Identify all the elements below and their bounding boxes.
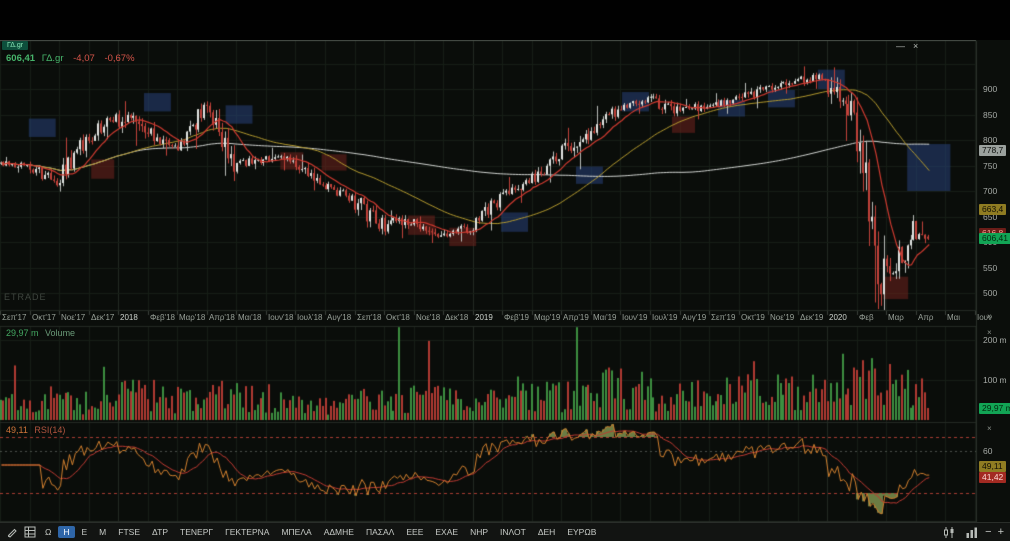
- toolbar-right-group: − +: [941, 525, 1004, 540]
- toolbar-button-ΙΝΛΟΤ[interactable]: ΙΝΛΟΤ: [495, 526, 531, 538]
- volume-panel-close-icon[interactable]: ×: [987, 329, 992, 337]
- toolbar-button-ΔΕΗ[interactable]: ΔΕΗ: [533, 526, 561, 538]
- toolbar-button-ΠΑΣΑΛ[interactable]: ΠΑΣΑΛ: [361, 526, 399, 538]
- toolbar-button-H[interactable]: H: [58, 526, 74, 538]
- bottom-toolbar: ΩHEMFTSEΔΤΡΤΕΝΕΡΓΓΕΚΤΕΡΝΑΜΠΕΛΑΑΔΜΗΕΠΑΣΑΛ…: [0, 522, 1010, 541]
- toolbar-button-ΓΕΚΤΕΡΝΑ[interactable]: ΓΕΚΤΕΡΝΑ: [220, 526, 274, 538]
- toolbar-button-E[interactable]: E: [77, 526, 93, 538]
- window-titlebar: [0, 0, 1010, 40]
- toolbar-button-ΕΥΡΩΒ[interactable]: ΕΥΡΩΒ: [562, 526, 601, 538]
- pencil-icon[interactable]: [4, 525, 20, 540]
- toolbar-buttons: ΩHEMFTSEΔΤΡΤΕΝΕΡΓΓΕΚΤΕΡΝΑΜΠΕΛΑΑΔΜΗΕΠΑΣΑΛ…: [40, 526, 601, 538]
- rsi-panel-close-icon[interactable]: ×: [987, 425, 992, 433]
- toolbar-button-ΤΕΝΕΡΓ[interactable]: ΤΕΝΕΡΓ: [175, 526, 218, 538]
- indicators-grid-icon[interactable]: [22, 525, 38, 540]
- bar-chart-icon[interactable]: [963, 525, 979, 540]
- toolbar-button-ΕΧΑΕ[interactable]: ΕΧΑΕ: [430, 526, 463, 538]
- price-chart-canvas[interactable]: [0, 40, 1010, 522]
- candle-chart-icon[interactable]: [941, 525, 957, 540]
- minimize-icon[interactable]: —: [896, 41, 905, 51]
- chart-window-controls: —×: [896, 41, 926, 51]
- time-axis-close-icon[interactable]: ×: [987, 313, 992, 321]
- toolbar-button-M[interactable]: M: [94, 526, 111, 538]
- toolbar-button-ΜΠΕΛΑ[interactable]: ΜΠΕΛΑ: [276, 526, 316, 538]
- zoom-out-minus-icon[interactable]: −: [985, 526, 991, 538]
- toolbar-button-FTSE[interactable]: FTSE: [113, 526, 145, 538]
- toolbar-button-Ω[interactable]: Ω: [40, 526, 56, 538]
- toolbar-button-ΔΤΡ[interactable]: ΔΤΡ: [147, 526, 173, 538]
- symbol-tab[interactable]: ΓΔ.gr: [2, 41, 28, 50]
- close-icon[interactable]: ×: [913, 41, 918, 51]
- zoom-in-plus-icon[interactable]: +: [998, 526, 1004, 538]
- toolbar-button-ΕΕΕ[interactable]: ΕΕΕ: [401, 526, 428, 538]
- trading-app: ΓΔ.gr —× 606,41 ΓΔ.gr -4,07 -0,67% ETRAD…: [0, 0, 1010, 541]
- toolbar-button-ΝΗΡ[interactable]: ΝΗΡ: [465, 526, 493, 538]
- toolbar-button-ΑΔΜΗΕ[interactable]: ΑΔΜΗΕ: [319, 526, 359, 538]
